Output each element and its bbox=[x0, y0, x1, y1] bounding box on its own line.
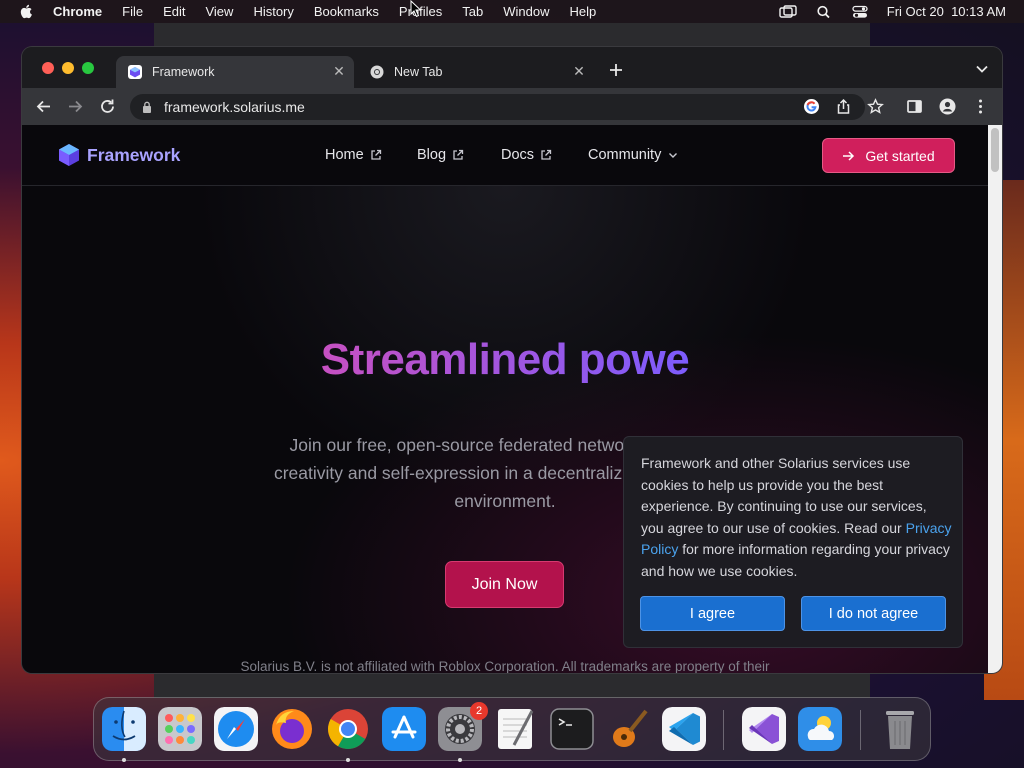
cookie-disagree-button[interactable]: I do not agree bbox=[801, 596, 946, 631]
menu-tab[interactable]: Tab bbox=[462, 4, 483, 19]
tab-new-tab[interactable]: New Tab ✕ bbox=[358, 56, 594, 88]
nav-docs-link[interactable]: Docs bbox=[501, 147, 552, 163]
macos-dock: 2 bbox=[93, 697, 931, 762]
forward-arrow-icon[interactable] bbox=[67, 98, 84, 115]
external-link-icon bbox=[371, 149, 381, 160]
tab-title: Framework bbox=[152, 65, 215, 79]
page-scrollbar[interactable] bbox=[988, 125, 1002, 673]
menubar-clock[interactable]: Fri Oct 20 10:13 AM bbox=[887, 4, 1006, 19]
firefox-icon[interactable] bbox=[270, 707, 314, 751]
app-store-icon[interactable] bbox=[382, 707, 426, 751]
finder-icon[interactable] bbox=[102, 707, 146, 751]
visual-studio-icon[interactable] bbox=[742, 707, 786, 751]
bookmark-star-icon[interactable] bbox=[867, 98, 884, 115]
menu-edit[interactable]: Edit bbox=[163, 4, 185, 19]
external-link-icon bbox=[541, 149, 552, 160]
menu-file[interactable]: File bbox=[122, 4, 143, 19]
external-link-icon bbox=[453, 149, 464, 160]
control-center-icon[interactable] bbox=[851, 5, 869, 19]
chrome-icon[interactable] bbox=[326, 707, 370, 751]
macos-menubar: Chrome File Edit View History Bookmarks … bbox=[0, 0, 1024, 23]
nav-blog-link[interactable]: Blog bbox=[417, 147, 464, 163]
trademark-footnote: Solarius B.V. is not affiliated with Rob… bbox=[240, 659, 770, 673]
cookie-text-after: for more information regarding your priv… bbox=[641, 541, 950, 579]
menu-help[interactable]: Help bbox=[570, 4, 597, 19]
address-bar[interactable]: framework.solarius.me bbox=[130, 94, 865, 120]
framework-logo-icon[interactable] bbox=[58, 143, 80, 167]
framework-favicon-icon bbox=[128, 65, 142, 79]
textedit-icon[interactable] bbox=[494, 707, 538, 751]
dock-separator bbox=[723, 710, 724, 750]
side-panel-icon[interactable] bbox=[906, 98, 923, 115]
cookie-agree-button[interactable]: I agree bbox=[640, 596, 785, 631]
brand-name[interactable]: Framework bbox=[87, 145, 180, 166]
tab-strip: Framework ✕ New Tab ✕ bbox=[22, 47, 1002, 88]
garageband-icon[interactable] bbox=[606, 707, 650, 751]
kebab-menu-icon[interactable] bbox=[972, 98, 989, 115]
hero-title: Streamlined powe bbox=[22, 335, 988, 385]
reload-icon[interactable] bbox=[99, 98, 116, 115]
web-page: Framework Home Blog Docs Community Get s… bbox=[22, 125, 988, 673]
running-indicator bbox=[346, 758, 350, 762]
share-icon[interactable] bbox=[835, 98, 852, 115]
site-navbar: Framework Home Blog Docs Community Get s… bbox=[22, 125, 988, 186]
cookie-text-before: Framework and other Solarius services us… bbox=[641, 455, 927, 536]
menu-view[interactable]: View bbox=[205, 4, 233, 19]
trash-icon[interactable] bbox=[878, 707, 922, 751]
nav-home-label: Home bbox=[325, 147, 364, 163]
terminal-icon[interactable] bbox=[550, 707, 594, 751]
spotlight-search-icon[interactable] bbox=[815, 5, 833, 19]
launchpad-icon[interactable] bbox=[158, 707, 202, 751]
profile-avatar-icon[interactable] bbox=[939, 98, 956, 115]
nav-home-link[interactable]: Home bbox=[325, 147, 382, 163]
get-started-label: Get started bbox=[865, 147, 935, 164]
get-started-button[interactable]: Get started bbox=[822, 138, 955, 173]
close-window-button[interactable] bbox=[42, 62, 54, 74]
google-lens-icon[interactable] bbox=[803, 98, 820, 115]
nav-community-dropdown[interactable]: Community bbox=[588, 147, 679, 163]
menu-window[interactable]: Window bbox=[503, 4, 549, 19]
arrow-right-icon bbox=[843, 150, 855, 161]
notification-badge: 2 bbox=[470, 702, 488, 720]
dock-separator bbox=[860, 710, 861, 750]
lock-icon[interactable] bbox=[142, 101, 152, 113]
browser-toolbar: framework.solarius.me bbox=[22, 88, 1002, 125]
vscode-icon[interactable] bbox=[662, 707, 706, 751]
scrollbar-thumb[interactable] bbox=[991, 128, 999, 172]
menu-history[interactable]: History bbox=[253, 4, 293, 19]
menu-bookmarks[interactable]: Bookmarks bbox=[314, 4, 379, 19]
menu-app-name[interactable]: Chrome bbox=[53, 4, 102, 19]
close-tab-icon[interactable]: ✕ bbox=[332, 64, 346, 78]
chrome-window: Framework ✕ New Tab ✕ framework.solarius… bbox=[22, 47, 1002, 673]
join-now-button[interactable]: Join Now bbox=[445, 561, 564, 608]
mouse-pointer-icon bbox=[410, 0, 422, 18]
weather-icon[interactable] bbox=[798, 707, 842, 751]
chrome-favicon-icon bbox=[370, 65, 384, 79]
tab-title: New Tab bbox=[394, 65, 443, 79]
minimize-window-button[interactable] bbox=[62, 62, 74, 74]
back-arrow-icon[interactable] bbox=[35, 98, 52, 115]
tab-framework[interactable]: Framework ✕ bbox=[116, 56, 354, 88]
safari-icon[interactable] bbox=[214, 707, 258, 751]
close-tab-icon[interactable]: ✕ bbox=[572, 64, 586, 78]
cookie-consent-banner: Framework and other Solarius services us… bbox=[623, 436, 963, 648]
zoom-window-button[interactable] bbox=[82, 62, 94, 74]
nav-docs-label: Docs bbox=[501, 147, 535, 163]
url-text[interactable]: framework.solarius.me bbox=[164, 99, 305, 115]
cookie-message: Framework and other Solarius services us… bbox=[641, 453, 953, 583]
chevron-down-icon bbox=[669, 153, 678, 158]
running-indicator bbox=[458, 758, 462, 762]
screen-mirroring-icon[interactable] bbox=[779, 4, 797, 19]
nav-community-label: Community bbox=[588, 147, 662, 163]
background-window-edge-bottom bbox=[154, 672, 870, 698]
nav-blog-label: Blog bbox=[417, 147, 447, 163]
tab-search-chevron-icon[interactable] bbox=[976, 65, 988, 73]
running-indicator bbox=[122, 758, 126, 762]
apple-icon[interactable] bbox=[19, 4, 33, 19]
new-tab-plus-icon[interactable] bbox=[608, 62, 624, 78]
